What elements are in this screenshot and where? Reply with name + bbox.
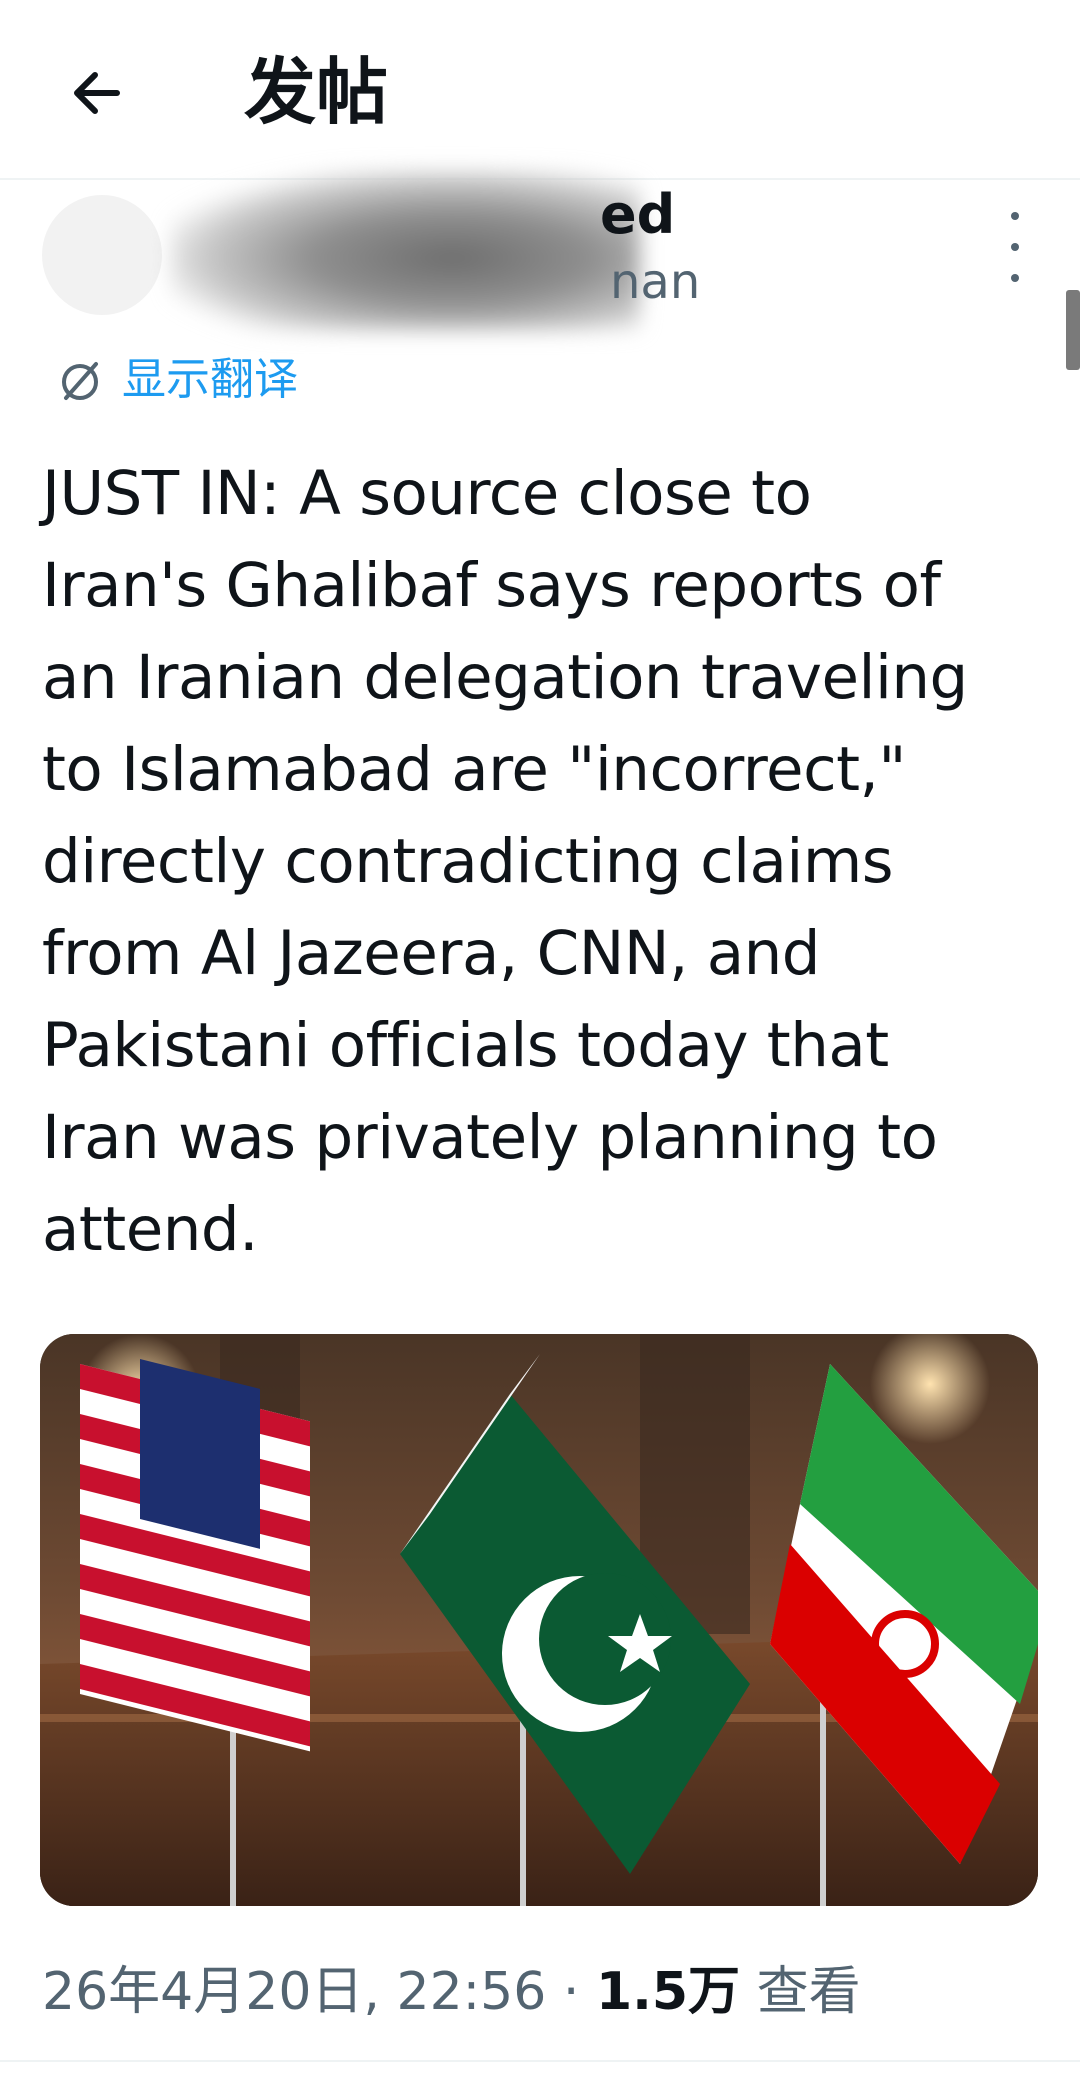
divider: [0, 2060, 1080, 2062]
author-avatar[interactable]: [42, 195, 162, 315]
views-count: 1.5万: [595, 1962, 741, 2022]
meta-separator: ·: [546, 1962, 596, 2022]
more-icon-dot: [1011, 274, 1019, 282]
translate-label: 显示翻译: [122, 354, 298, 405]
back-button[interactable]: [52, 48, 142, 138]
page-title: 发帖: [244, 50, 389, 134]
views-label: 查看: [740, 1962, 861, 2022]
flags-photo: [40, 1334, 1038, 1906]
author-handle[interactable]: nan: [610, 252, 700, 312]
tweet-timestamp[interactable]: 26年4月20日, 22:56: [42, 1962, 546, 2022]
translate-icon: [62, 362, 98, 400]
tweet-text: JUST IN: A source close to Iran's Ghalib…: [42, 458, 968, 1265]
scrollbar-thumb[interactable]: [1066, 290, 1080, 370]
tweet-detail-page: 发帖 ed nan 显示翻译 JUST IN: A source close t…: [0, 0, 1080, 2091]
arrow-left-icon: [74, 72, 120, 114]
tweet-meta: 26年4月20日, 22:56 · 1.5万 查看: [42, 1952, 861, 2032]
author-name[interactable]: ed: [600, 180, 675, 250]
more-icon: [1011, 212, 1019, 220]
more-icon-dot: [1011, 243, 1019, 251]
show-translation-link[interactable]: 显示翻译: [56, 350, 298, 410]
more-options-button[interactable]: [995, 212, 1035, 282]
tweet-image[interactable]: [40, 1334, 1038, 1906]
redacted-author-area: [170, 170, 640, 330]
top-app-bar: 发帖: [0, 0, 1080, 180]
